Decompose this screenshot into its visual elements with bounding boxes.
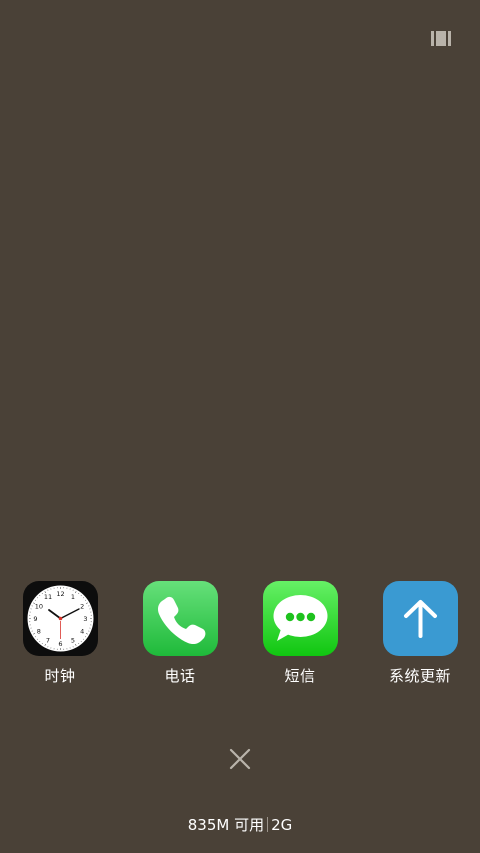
arrow-up-icon xyxy=(382,581,458,656)
clock-number: 8 xyxy=(36,627,40,635)
recent-app-system-update[interactable]: 系统更新 xyxy=(360,581,480,686)
clock-number: 6 xyxy=(58,640,62,648)
recent-app-clock[interactable]: 12 1 2 3 4 5 6 7 8 9 10 11 时钟 xyxy=(0,581,120,686)
app-label-clock: 时钟 xyxy=(44,667,76,685)
recent-app-messages[interactable]: 短信 xyxy=(240,581,360,686)
view-toggle-bar-left xyxy=(431,31,434,46)
recent-app-phone[interactable]: 电话 xyxy=(120,581,240,686)
memory-status: 835M 可用 2G xyxy=(0,815,480,835)
memory-total: 2G xyxy=(271,816,293,834)
memory-available: 835M 可用 xyxy=(187,816,265,834)
close-all-button[interactable] xyxy=(225,744,255,774)
clock-number: 2 xyxy=(80,602,84,610)
phone-icon xyxy=(142,581,218,656)
clock-number: 4 xyxy=(80,627,84,635)
clock-number: 3 xyxy=(83,615,87,623)
memory-divider xyxy=(267,817,269,832)
clock-icon: 12 1 2 3 4 5 6 7 8 9 10 11 xyxy=(22,581,98,656)
app-label-phone: 电话 xyxy=(164,667,196,685)
clock-face: 12 12 3 456 78 9 1011 xyxy=(27,585,93,652)
clock-number: 12 xyxy=(56,590,64,598)
close-icon xyxy=(229,748,251,770)
recent-apps-row: 12 1 2 3 4 5 6 7 8 9 10 11 时钟 电话 短信 系统更新 xyxy=(0,581,480,691)
clock-number: 9 xyxy=(33,615,37,623)
clock-number: 11 xyxy=(43,593,51,601)
view-toggle-bar-center xyxy=(436,31,446,46)
view-toggle-bar-right xyxy=(448,31,451,46)
app-label-system-update: 系统更新 xyxy=(388,667,451,685)
message-bubble-icon xyxy=(262,581,338,656)
app-label-messages: 短信 xyxy=(284,667,316,685)
clock-number: 1 xyxy=(70,593,74,601)
clock-number: 7 xyxy=(45,636,49,644)
clock-number: 5 xyxy=(70,636,74,644)
view-toggle-icon[interactable] xyxy=(431,31,451,46)
clock-number: 10 xyxy=(34,602,42,610)
